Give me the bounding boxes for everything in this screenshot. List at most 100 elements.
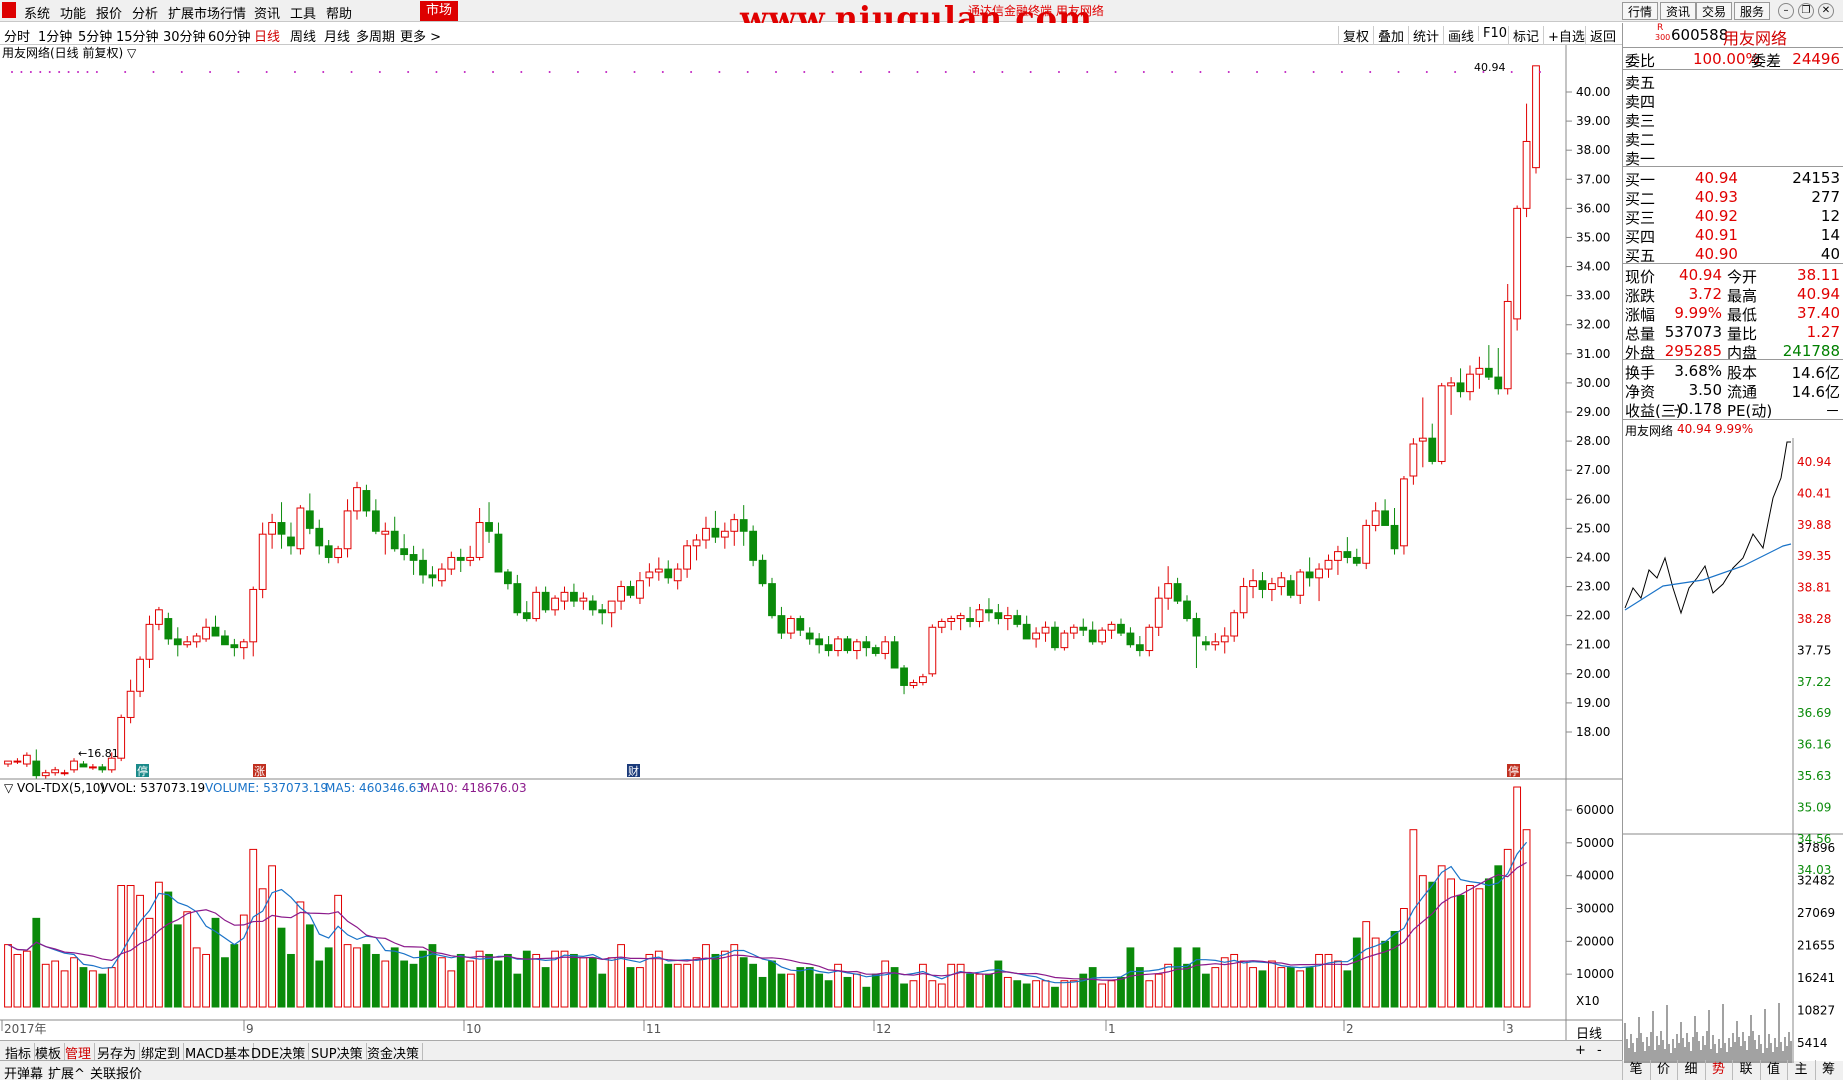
candle-body[interactable] [353, 487, 361, 512]
volume-bar[interactable] [626, 967, 635, 1008]
volume-bar[interactable] [881, 960, 890, 1008]
volume-bar[interactable] [79, 967, 88, 1008]
candle-body[interactable] [409, 554, 418, 561]
volume-bar[interactable] [975, 973, 984, 1008]
candle-body[interactable] [739, 519, 748, 532]
candle-body[interactable] [428, 574, 437, 579]
volume-bar[interactable] [919, 963, 927, 1008]
candle-body[interactable] [871, 647, 880, 654]
volume-bar[interactable] [296, 901, 305, 1008]
candle-body[interactable] [749, 530, 758, 561]
candle-body[interactable] [673, 568, 682, 582]
candle-body[interactable] [202, 626, 210, 640]
volume-bar[interactable] [305, 924, 314, 1008]
period-daily[interactable]: 日线 [254, 26, 280, 45]
volume-bar[interactable] [541, 967, 550, 1008]
candle-body[interactable] [1051, 626, 1059, 649]
toolbar-overlay[interactable]: 叠加 [1373, 26, 1404, 45]
candle-body[interactable] [1145, 626, 1154, 652]
right-tab[interactable]: 主 [1787, 1060, 1814, 1080]
toolbar-back[interactable]: 返回 [1585, 26, 1616, 45]
volume-bar[interactable] [871, 973, 880, 1008]
volume-bar[interactable] [843, 976, 852, 1008]
candle-body[interactable] [513, 583, 522, 614]
candle-body[interactable] [1324, 559, 1333, 570]
volume-bar[interactable] [239, 914, 248, 1008]
volume-bar[interactable] [1192, 947, 1201, 1008]
volume-bar[interactable] [645, 953, 654, 1008]
volume-bar[interactable] [1211, 967, 1220, 1008]
volume-bar[interactable] [702, 944, 710, 1008]
volume-bar[interactable] [362, 944, 371, 1008]
candle-body[interactable] [504, 571, 512, 585]
candle-body[interactable] [1164, 583, 1173, 599]
candle-body[interactable] [1117, 623, 1125, 634]
toolbar-add-watchlist[interactable]: +自选 [1543, 26, 1585, 45]
period-15min[interactable]: 15分钟 [116, 26, 159, 45]
volume-bar[interactable] [41, 963, 50, 1008]
volume-bar[interactable] [1249, 967, 1257, 1008]
candle-body[interactable] [607, 600, 616, 614]
volume-bar[interactable] [1418, 875, 1427, 1008]
close-icon[interactable]: ✕ [1818, 3, 1834, 19]
volume-bar[interactable] [1305, 967, 1314, 1008]
candle-body[interactable] [815, 638, 824, 646]
volume-bar[interactable] [466, 960, 475, 1008]
candle-body[interactable] [1466, 373, 1474, 393]
volume-bar[interactable] [277, 927, 286, 1008]
candle-body[interactable] [362, 490, 371, 512]
volume-bar[interactable] [1456, 894, 1465, 1008]
volume-bar[interactable] [1315, 953, 1323, 1008]
candle-body[interactable] [947, 618, 956, 622]
candle-body[interactable] [1362, 524, 1371, 564]
candle-body[interactable] [22, 754, 31, 765]
volume-bar[interactable] [1475, 888, 1484, 1008]
candle-body[interactable] [758, 559, 767, 585]
related-quote-button[interactable]: 关联报价 [90, 1063, 142, 1082]
volume-bar[interactable] [192, 947, 201, 1008]
candle-body[interactable] [1484, 367, 1493, 378]
volume-bar[interactable] [1494, 865, 1503, 1008]
zoom-out-button[interactable]: - [1594, 1043, 1605, 1058]
volume-bar[interactable] [1060, 980, 1069, 1008]
candle-body[interactable] [532, 591, 541, 620]
candle-body[interactable] [343, 510, 352, 550]
volume-bar[interactable] [636, 967, 644, 1008]
candle-body[interactable] [324, 545, 333, 558]
period-tick[interactable]: 分时 [4, 26, 30, 45]
candle-body[interactable] [834, 638, 842, 652]
volume-bar[interactable] [994, 960, 1003, 1008]
menu-market[interactable]: 市场 [420, 1, 459, 21]
right-tab[interactable]: 价 [1649, 1060, 1677, 1080]
volume-bar[interactable] [1522, 829, 1531, 1008]
toolbar-mark[interactable]: 标记 [1508, 26, 1539, 45]
volume-bar[interactable] [796, 967, 805, 1008]
volume-bar[interactable] [532, 953, 541, 1008]
candle-body[interactable] [1013, 615, 1022, 625]
volume-bar[interactable] [928, 980, 937, 1008]
kline-chart[interactable]: 用友网络(日线 前复权) ▽ 40.94 ←16.81 ▽ VOL-TDX(5,… [0, 45, 1622, 1045]
volume-bar[interactable] [494, 960, 503, 1008]
candle-body[interactable] [1022, 623, 1031, 640]
volume-bar[interactable] [173, 924, 182, 1008]
candle-body[interactable] [909, 682, 918, 686]
candle-body[interactable] [41, 772, 50, 777]
candle-body[interactable] [1494, 376, 1503, 390]
candle-body[interactable] [305, 510, 314, 529]
candle-body[interactable] [485, 522, 493, 532]
candle-body[interactable] [541, 591, 550, 611]
volume-bar[interactable] [136, 894, 144, 1008]
volume-bar[interactable] [419, 950, 427, 1008]
volume-bar[interactable] [786, 973, 795, 1008]
volume-bar[interactable] [1003, 976, 1012, 1008]
danmaku-toggle[interactable]: 开弹幕 [4, 1063, 43, 1082]
candle-body[interactable] [1400, 478, 1408, 547]
candle-body[interactable] [51, 769, 60, 774]
candle-body[interactable] [654, 568, 663, 573]
candle-body[interactable] [126, 690, 135, 718]
volume-bar[interactable] [947, 963, 956, 1008]
top-button-news[interactable]: 资讯 [1660, 2, 1697, 20]
candle-body[interactable] [522, 612, 531, 620]
right-tab[interactable]: 值 [1759, 1060, 1787, 1080]
volume-bar[interactable] [1069, 980, 1078, 1008]
